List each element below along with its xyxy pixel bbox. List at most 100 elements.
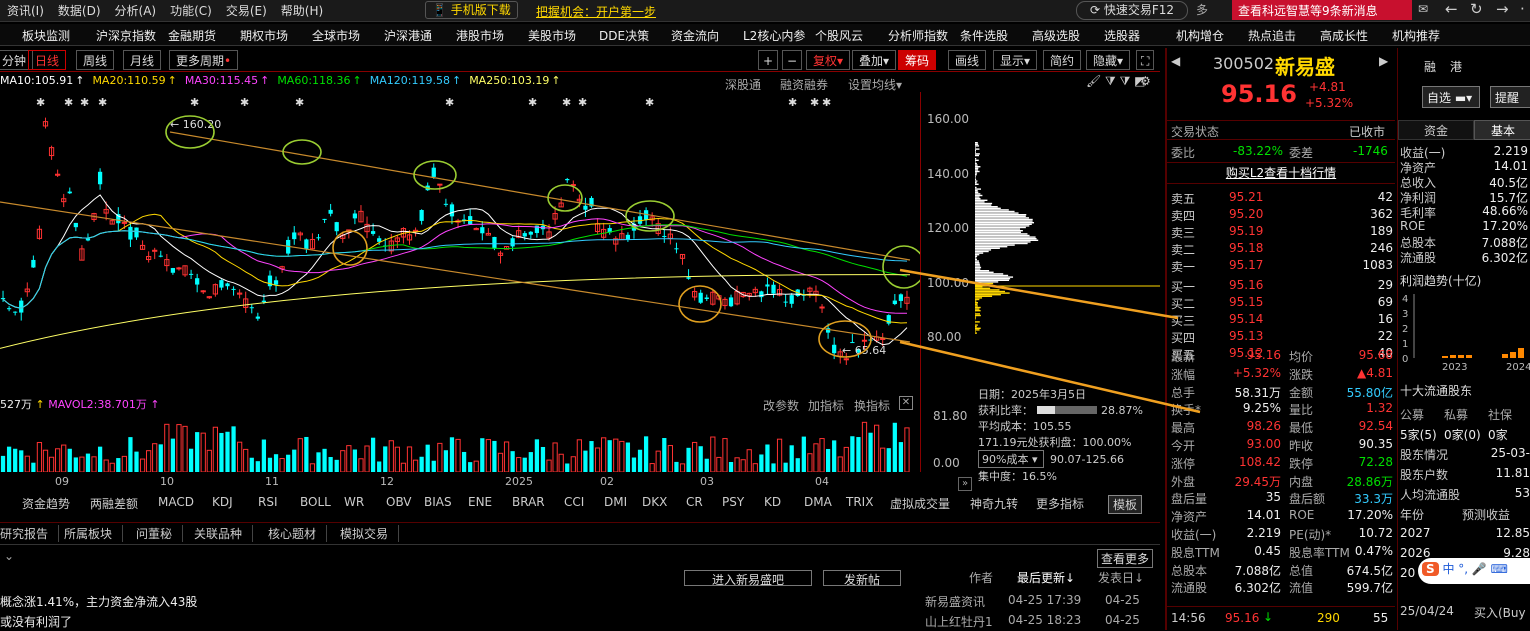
indicator-tab[interactable]: KD (764, 495, 781, 509)
multi-icon[interactable]: 多 (1196, 1, 1208, 18)
draw-line-button[interactable]: 画线 (948, 50, 986, 70)
nav-item[interactable]: 高级选股 (1032, 27, 1080, 44)
fullscreen-icon[interactable]: ⛶ (1136, 50, 1154, 70)
collapse-icon[interactable]: ⌄ (4, 549, 14, 563)
nav-item[interactable]: 机构增仓 (1176, 27, 1224, 44)
menu-item[interactable]: 资讯(I) (7, 2, 44, 19)
nav-item[interactable]: 沪深港通 (384, 27, 432, 44)
bottom-tab[interactable]: 研究报告 (0, 525, 59, 542)
bottom-tab[interactable]: 核心题材 (268, 525, 327, 542)
cost-range-select[interactable]: 90%成本 ▾ (978, 450, 1044, 468)
indicator-tab[interactable]: ENE (468, 495, 492, 509)
indicator-tab[interactable]: WR (344, 495, 364, 509)
published-header[interactable]: 发表日↓ (1098, 569, 1144, 586)
post-row[interactable]: 或没有利润了 山上红牡丹1 04-25 18:23 04-25 (0, 613, 1160, 631)
zoom-in-button[interactable]: + (758, 50, 778, 70)
tab-more-periods[interactable]: 更多周期• (169, 50, 238, 70)
tab-weekly[interactable]: 周线 (76, 50, 114, 70)
menu-item[interactable]: 分析(A) (115, 2, 157, 19)
post-row[interactable]: 概念涨1.41%，主力资金净流入43股 新易盛资讯 04-25 17:39 04… (0, 593, 1160, 611)
nav-item[interactable]: 条件选股 (960, 27, 1008, 44)
indicator-tab[interactable]: DMA (804, 495, 832, 509)
forward-icon[interactable]: → (1496, 0, 1509, 18)
nav-item[interactable]: 选股器 (1104, 27, 1140, 44)
new-post-button[interactable]: 发新帖 (823, 570, 901, 586)
hide-button[interactable]: 隐藏▾ (1086, 50, 1130, 70)
next-stock-icon[interactable]: ▶ (1379, 54, 1388, 68)
indicator-tab[interactable]: DMI (604, 495, 627, 509)
zoom-out-button[interactable]: − (782, 50, 802, 70)
nav-item[interactable]: 美股市场 (528, 27, 576, 44)
expand-icon[interactable]: » (958, 477, 972, 491)
indicator-tab[interactable]: MACD (158, 495, 194, 509)
set-ma-link[interactable]: 设置均线▾ (848, 76, 902, 93)
tab-monthly[interactable]: 月线 (123, 50, 161, 70)
bottom-tab[interactable]: 关联品种 (194, 525, 253, 542)
nav-item[interactable]: 金融期货 (168, 27, 216, 44)
bottom-tab[interactable]: 模拟交易 (340, 525, 399, 542)
enter-forum-button[interactable]: 进入新易盛吧 (684, 570, 812, 586)
indicator-tab[interactable]: CR (686, 495, 703, 509)
menu-item[interactable]: 数据(D) (58, 2, 101, 19)
indicator-tab[interactable]: 虚拟成交量 (890, 495, 950, 512)
indicator-tab[interactable]: 神奇九转 (970, 495, 1018, 512)
post-title[interactable]: 概念涨1.41%，主力资金净流入43股 (0, 593, 197, 610)
indicator-tab[interactable]: 两融差额 (90, 495, 138, 512)
indicator-tab[interactable]: KDJ (212, 495, 233, 509)
post-title[interactable]: 或没有利润了 (0, 613, 72, 630)
indicator-tab[interactable]: CCI (564, 495, 584, 509)
quick-trade-button[interactable]: ⟳ 快速交易F12 (1076, 1, 1188, 20)
indicator-tab[interactable]: TRIX (846, 495, 873, 509)
back-icon[interactable]: ← (1445, 0, 1458, 18)
more-icon[interactable]: · (1520, 0, 1525, 18)
annotation-circle[interactable] (626, 201, 674, 231)
nav-item[interactable]: 期权市场 (240, 27, 288, 44)
alert-button[interactable]: 提醒 (1490, 86, 1530, 108)
nav-item[interactable]: 分析师指数 (888, 27, 948, 44)
nav-item[interactable]: 资金流向 (671, 27, 719, 44)
overlay-button[interactable]: 叠加▾ (852, 50, 896, 70)
simple-button[interactable]: 简约 (1043, 50, 1081, 70)
indicator-tab[interactable]: RSI (258, 495, 278, 509)
add-watchlist-button[interactable]: 自选 ▬▾ (1422, 86, 1480, 108)
holders-title[interactable]: 十大流通股东 (1400, 382, 1472, 399)
margin-link[interactable]: 融资融券 (780, 76, 828, 93)
chip-tool-icons[interactable]: 🖌 ⧩ ⧩ ◩ (1086, 74, 1145, 89)
updated-header[interactable]: 最后更新↓ (1017, 569, 1075, 586)
see-more-button[interactable]: 查看更多 (1097, 549, 1153, 568)
bottom-tab[interactable]: 问董秘 (136, 525, 183, 542)
nav-item[interactable]: 高成长性 (1320, 27, 1368, 44)
indicator-tab[interactable]: BIAS (424, 495, 452, 509)
indicator-tab[interactable]: OBV (386, 495, 412, 509)
nav-item[interactable]: 热点追击 (1248, 27, 1296, 44)
news-banner[interactable]: 查看科远智慧等9条新消息 (1232, 0, 1412, 20)
author-header[interactable]: 作者 (969, 569, 993, 586)
nav-item[interactable]: 港股市场 (456, 27, 504, 44)
shenggutong-link[interactable]: 深股通 (725, 76, 761, 93)
menu-item[interactable]: 帮助(H) (281, 2, 323, 19)
mobile-download-button[interactable]: 📱 手机版下载 (425, 1, 518, 19)
margin-badge[interactable]: 融 (1424, 58, 1436, 75)
nav-item[interactable]: 全球市场 (312, 27, 360, 44)
trend-line[interactable] (170, 132, 910, 260)
display-button[interactable]: 显示▾ (993, 50, 1037, 70)
indicator-tab[interactable]: 更多指标 (1036, 495, 1084, 512)
indicator-tab[interactable]: BOLL (300, 495, 331, 509)
trend-line[interactable] (0, 202, 910, 342)
indicator-tab[interactable]: DKX (642, 495, 667, 509)
nav-item[interactable]: DDE决策 (599, 27, 649, 44)
indicator-tab[interactable]: 模板 (1108, 495, 1142, 514)
chip-button[interactable]: 筹码 (898, 50, 936, 70)
annotation-circle[interactable] (333, 231, 367, 265)
mail-icon[interactable]: ✉ (1418, 2, 1428, 16)
settings-icon[interactable]: ⚙ (1140, 74, 1151, 88)
bottom-tab[interactable]: 所属板块 (64, 525, 123, 542)
promo-link[interactable]: 把握机会：开户第一步 (536, 3, 656, 20)
indicator-tab[interactable]: 资金趋势 (22, 495, 70, 512)
fuquan-button[interactable]: 复权▾ (806, 50, 850, 70)
buy-l2-link[interactable]: 购买L2查看十档行情 (1167, 162, 1395, 184)
candlestick-chart[interactable]: ✱✱✱✱✱✱✱✱✱✱✱✱✱✱✱← 160.20← 65.64 (0, 92, 920, 392)
nav-item[interactable]: 板块监测 (22, 27, 70, 44)
menu-item[interactable]: 功能(C) (170, 2, 212, 19)
nav-item[interactable]: 个股风云 (815, 27, 863, 44)
